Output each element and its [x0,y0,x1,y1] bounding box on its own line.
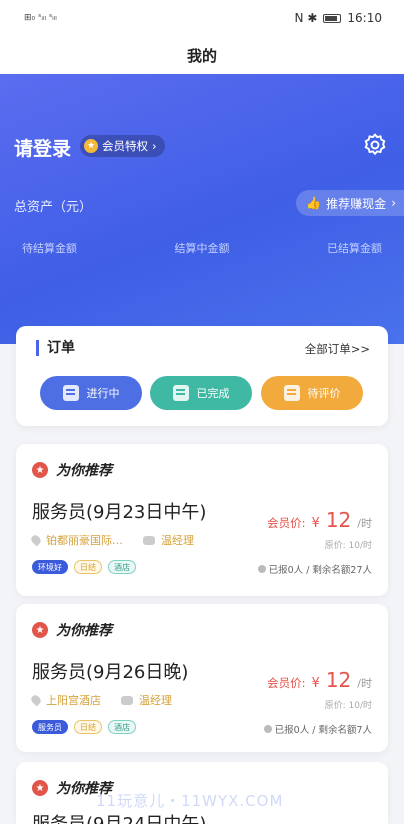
thumbs-up-icon: 👍 [306,196,322,210]
applied-count: 已报0人 / 剩余名额27人 [257,562,372,576]
star-icon: ★ [32,462,48,478]
crown-icon: ★ [84,139,98,153]
price-currency: ¥ [311,516,320,531]
orders-in-progress-button[interactable]: 进行中 [40,376,142,410]
checked-document-icon [172,385,189,401]
nfc-bluetooth-icons: N ✱ [294,11,318,25]
price-value: 12 [325,508,352,532]
signal-icon: ⊞₀ ˢᵢₗₗ ˢᵢₗₗ [24,13,57,23]
invite-cash-button[interactable]: 👍 推荐赚现金 › [296,190,404,216]
applied-text: 已报0人 / 剩余名额7人 [274,725,372,736]
button-label: 进行中 [86,387,120,400]
stat-settled[interactable]: 已结算金额 [327,240,382,256]
recommend-title: 为你推荐 [56,623,112,639]
status-right: N ✱ 16:10 [295,11,382,25]
original-price: 原价: 10/时 [324,701,372,711]
button-label: 已完成 [196,387,230,400]
job-card[interactable]: ★ 为你推荐 服务员(9月26日晚) 上阳宫酒店 温经理 会员价: ¥ 12 /… [16,604,388,752]
job-card[interactable]: ★ 为你推荐 服务员(9月23日中午) 铂都丽豪国际… 温经理 会员价: ¥ 1… [16,444,388,596]
orders-title: 订单 [36,340,75,356]
job-location: 铂都丽豪国际… [46,534,123,547]
person-icon [263,725,272,733]
vip-privilege-button[interactable]: ★ 会员特权 › [80,135,165,157]
all-orders-link[interactable]: 全部订单>> [305,341,370,357]
settings-gear-icon[interactable] [362,132,388,158]
job-title: 服务员(9月26日晚) [32,662,189,683]
orders-completed-button[interactable]: 已完成 [150,376,252,410]
price-unit: /时 [357,677,372,690]
price-currency: ¥ [311,676,320,691]
job-location: 上阳宫酒店 [46,694,101,707]
stat-pending[interactable]: 待结算金额 [22,240,77,256]
job-tags: 服务员 日结 酒店 [32,720,136,734]
job-manager: 温经理 [139,694,172,707]
tag: 环境好 [32,560,68,574]
edit-document-icon [283,385,300,401]
job-location-row: 铂都丽豪国际… 温经理 [29,532,194,548]
tag: 日结 [74,560,102,574]
tag: 日结 [74,720,102,734]
location-pin-icon [29,533,43,547]
job-title: 服务员(9月23日中午) [32,502,207,523]
chat-icon [121,695,133,705]
recommend-title: 为你推荐 [56,463,112,479]
recommend-header: ★ 为你推荐 [32,620,112,640]
price-unit: /时 [357,517,372,530]
original-price: 原价: 10/时 [324,541,372,551]
orders-card: 订单 全部订单>> 进行中 已完成 待评价 [16,326,388,426]
tag: 酒店 [108,720,136,734]
applied-text: 已报0人 / 剩余名额27人 [268,565,372,576]
star-icon: ★ [32,622,48,638]
signal-indicators: ⊞₀ ˢᵢₗₗ ˢᵢₗₗ [24,13,57,23]
applied-count: 已报0人 / 剩余名额7人 [263,722,372,736]
job-tags: 环境好 日结 酒店 [32,560,136,574]
document-icon [62,385,79,401]
login-link[interactable]: 请登录 [14,134,71,161]
job-location-row: 上阳宫酒店 温经理 [29,692,172,708]
page-title: 我的 [0,36,404,74]
stat-in-progress[interactable]: 结算中金额 [175,240,230,256]
price-value: 12 [325,668,352,692]
battery-icon [323,13,342,23]
job-manager: 温经理 [161,534,194,547]
price-label: 会员价: [267,676,306,690]
person-icon [257,565,266,573]
member-price: 会员价: ¥ 12 /时 [267,668,372,692]
invite-label: 推荐赚现金 [326,196,387,211]
chevron-right-icon: › [152,139,157,153]
button-label: 待评价 [307,387,341,400]
vip-label: 会员特权 [102,139,148,153]
settlement-stats: 待结算金额 结算中金额 已结算金额 [0,240,404,256]
chat-icon [143,535,155,545]
job-title: 服务员(9月24日中午) [32,810,206,824]
clock: 16:10 [347,11,382,25]
recommend-header: ★ 为你推荐 [32,460,112,480]
star-icon: ★ [32,780,48,796]
status-bar: ⊞₀ ˢᵢₗₗ ˢᵢₗₗ N ✱ 16:10 [0,0,404,36]
tag: 服务员 [32,720,68,734]
location-pin-icon [29,693,43,707]
chevron-right-icon: › [391,196,396,210]
watermark: 11玩意儿・11WYX.COM [96,792,284,810]
price-label: 会员价: [267,516,306,530]
member-price: 会员价: ¥ 12 /时 [267,508,372,532]
orders-to-review-button[interactable]: 待评价 [261,376,363,410]
total-assets-label: 总资产（元） [14,200,93,215]
profile-header: 请登录 ★ 会员特权 › 总资产（元） 👍 推荐赚现金 › 待结算金额 结算中金… [0,74,404,344]
tag: 酒店 [108,560,136,574]
